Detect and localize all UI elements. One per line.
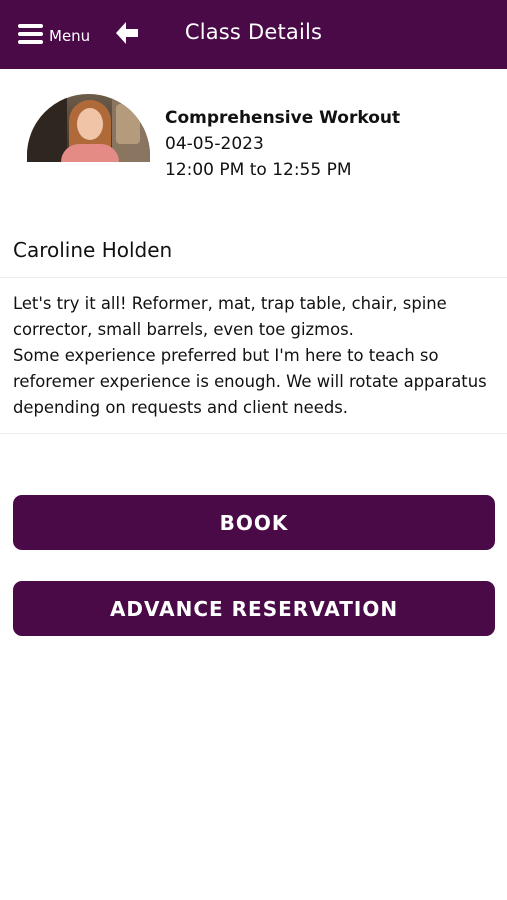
advance-reservation-button[interactable]: ADVANCE RESERVATION <box>13 581 495 636</box>
description-paragraph-2: Some experience preferred but I'm here t… <box>13 346 487 417</box>
class-date: 04-05-2023 <box>165 134 264 154</box>
class-description: Let's try it all! Reformer, mat, trap ta… <box>0 278 507 434</box>
instructor-avatar <box>27 94 150 162</box>
class-name: Comprehensive Workout <box>165 108 401 128</box>
instructor-row: Caroline Holden <box>0 222 507 278</box>
class-time: 12:00 PM to 12:55 PM <box>165 160 352 180</box>
description-paragraph-1: Let's try it all! Reformer, mat, trap ta… <box>13 294 447 339</box>
class-summary: Comprehensive Workout 04-05-2023 12:00 P… <box>0 69 507 199</box>
instructor-name: Caroline Holden <box>13 237 173 262</box>
book-button[interactable]: BOOK <box>13 495 495 550</box>
top-app-bar: Menu Class Details <box>0 0 507 69</box>
page-title: Class Details <box>184 20 323 44</box>
class-info: Comprehensive Workout 04-05-2023 12:00 P… <box>165 105 400 183</box>
